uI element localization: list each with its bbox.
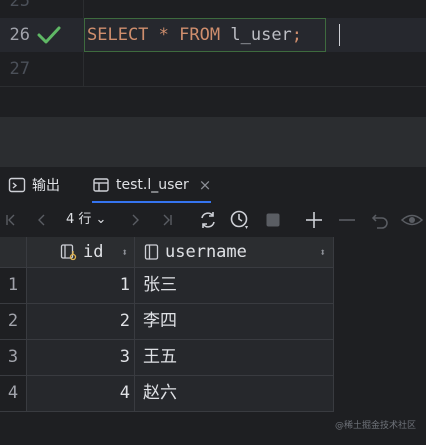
line-number: 26 <box>9 25 30 45</box>
cell-username[interactable]: 赵六 <box>135 376 334 411</box>
row-number: 4 <box>0 376 26 411</box>
history-icon[interactable] <box>229 209 251 231</box>
stop-icon[interactable] <box>262 209 284 231</box>
row-number-divider <box>26 237 27 412</box>
close-icon[interactable]: × <box>199 176 212 194</box>
row-number: 2 <box>0 304 26 339</box>
tab-output[interactable]: 输出 <box>8 167 60 203</box>
table-row[interactable]: 3 3 王五 <box>0 340 334 376</box>
sql-editor[interactable]: 25 26 SELECT * FROM l_user; 27 <box>0 0 426 86</box>
editor-line-25: 25 <box>0 0 426 18</box>
table-icon <box>92 176 110 194</box>
add-row-icon[interactable] <box>303 209 325 231</box>
tab-label: test.l_user <box>116 177 189 193</box>
editor-line-27: 27 <box>0 52 426 86</box>
tab-test-l-user[interactable]: test.l_user × <box>92 167 212 203</box>
column-header-label: id <box>83 242 104 262</box>
table-row[interactable]: 2 2 李四 <box>0 304 334 340</box>
chevron-down-icon: ⌄ <box>95 212 107 227</box>
table-row[interactable]: 1 1 张三 <box>0 268 334 304</box>
column-icon <box>144 243 160 261</box>
line-number: 27 <box>9 59 30 79</box>
prev-page-icon[interactable] <box>31 209 53 231</box>
grid-header: id ⬍ username ⬍ <box>0 237 334 268</box>
row-number: 1 <box>0 268 26 303</box>
watermark: @稀土掘金技术社区 <box>334 421 416 431</box>
row-count-label: 4 行 <box>66 212 92 227</box>
first-page-icon[interactable] <box>0 209 22 231</box>
result-toolbar: 4 行 ⌄ <box>0 203 426 238</box>
console-icon <box>8 176 26 194</box>
editor-empty-area <box>0 86 426 118</box>
tab-label: 输出 <box>32 178 60 194</box>
key-column-icon <box>60 243 78 261</box>
cell-id[interactable]: 4 <box>27 376 134 411</box>
column-header-id[interactable]: id ⬍ <box>60 237 134 267</box>
revert-icon[interactable] <box>369 209 391 231</box>
cell-username[interactable]: 王五 <box>135 340 334 375</box>
grid-empty-area <box>334 237 426 445</box>
column-header-username[interactable]: username ⬍ <box>144 237 332 267</box>
preview-icon[interactable] <box>401 209 423 231</box>
services-tab-bar: 输出 test.l_user × <box>0 167 426 204</box>
row-number: 3 <box>0 340 26 375</box>
cell-username[interactable]: 李四 <box>135 304 334 339</box>
next-page-icon[interactable] <box>124 209 146 231</box>
statement-highlight-box <box>84 18 326 52</box>
table-row[interactable]: 4 4 赵六 <box>0 376 334 412</box>
cell-id[interactable]: 2 <box>27 304 134 339</box>
sort-icon[interactable]: ⬍ <box>319 246 326 259</box>
cell-id[interactable]: 1 <box>27 268 134 303</box>
check-icon <box>37 25 61 45</box>
last-page-icon[interactable] <box>156 209 178 231</box>
refresh-icon[interactable] <box>197 209 219 231</box>
column-header-label: username <box>165 242 247 262</box>
line-number: 25 <box>9 0 30 11</box>
row-count-dropdown[interactable]: 4 行 ⌄ <box>66 203 106 237</box>
text-caret <box>339 24 340 46</box>
panel-splitter[interactable] <box>0 117 426 167</box>
delete-row-icon[interactable] <box>336 209 358 231</box>
sort-icon[interactable]: ⬍ <box>121 246 128 259</box>
column-divider <box>134 237 135 412</box>
cell-username[interactable]: 张三 <box>135 268 334 303</box>
cell-id[interactable]: 3 <box>27 340 134 375</box>
